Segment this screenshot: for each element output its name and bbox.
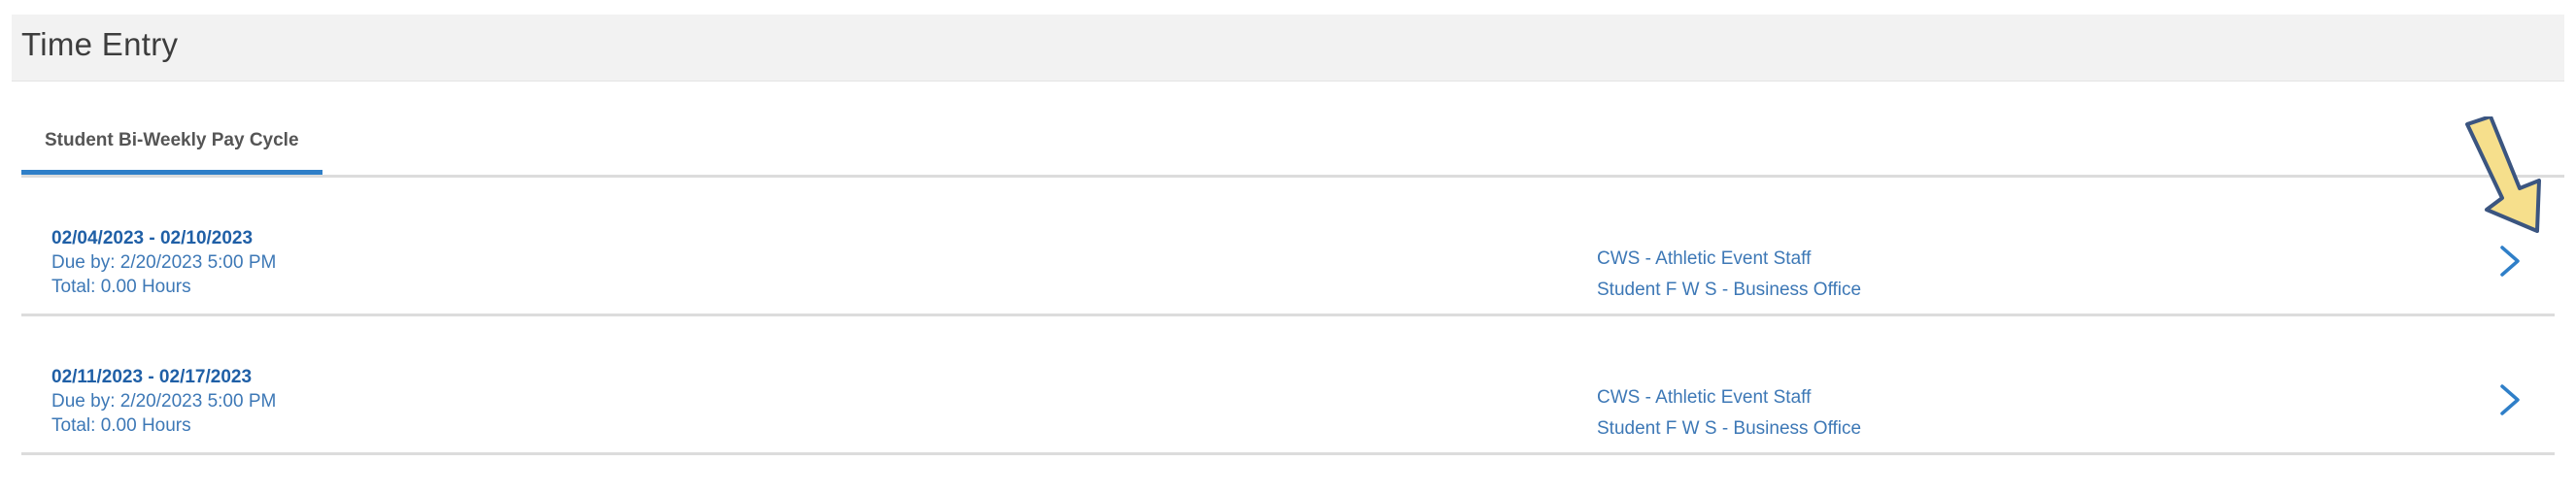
page-header: Time Entry [12,15,2564,82]
pay-period-range: 02/11/2023 - 02/17/2023 [51,367,253,387]
pay-period-range: 02/04/2023 - 02/10/2023 [51,228,254,248]
job-title: CWS - Athletic Event Staff [1597,248,1812,269]
arrow-down-icon [2465,116,2541,233]
pay-period-summary: 02/04/2023 - 02/10/2023 Due by: 2/20/202… [51,226,276,299]
pay-period-due: Due by: 2/20/2023 5:00 PM [51,252,277,273]
chevron-right-icon[interactable] [2492,242,2525,280]
tab-label: Student Bi-Weekly Pay Cycle [45,129,299,150]
pay-period-due: Due by: 2/20/2023 5:00 PM [51,391,277,412]
pay-period-row[interactable]: 02/04/2023 - 02/10/2023 Due by: 2/20/202… [21,178,2555,316]
tab-student-bi-weekly-pay-cycle[interactable]: Student Bi-Weekly Pay Cycle [21,105,322,175]
time-entry-page: Time Entry Student Bi-Weekly Pay Cycle 0… [0,0,2576,495]
pay-period-row[interactable]: 02/11/2023 - 02/17/2023 Due by: 2/20/202… [21,316,2555,455]
pay-period-list: 02/04/2023 - 02/10/2023 Due by: 2/20/202… [21,178,2555,455]
pay-period-summary: 02/11/2023 - 02/17/2023 Due by: 2/20/202… [51,365,276,438]
job-title: Student F W S - Business Office [1597,418,1862,439]
pay-period-jobs: CWS - Athletic Event Staff Student F W S… [1597,244,1861,306]
tab-bar: Student Bi-Weekly Pay Cycle [21,105,2564,178]
job-title: CWS - Athletic Event Staff [1597,387,1812,408]
job-title: Student F W S - Business Office [1597,280,1862,300]
chevron-right-icon[interactable] [2492,380,2525,419]
page-title: Time Entry [21,26,179,62]
pay-period-total: Total: 0.00 Hours [51,277,191,297]
pay-period-total: Total: 0.00 Hours [51,415,191,436]
pay-period-jobs: CWS - Athletic Event Staff Student F W S… [1597,382,1861,445]
